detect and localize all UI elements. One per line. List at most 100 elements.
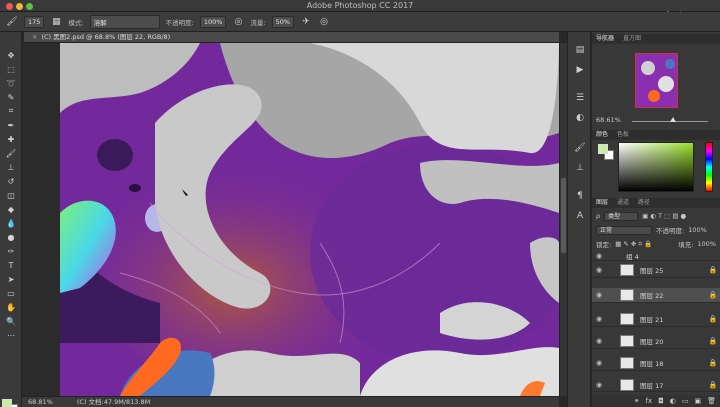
path-select-tool-icon[interactable]: ➤ <box>4 274 18 284</box>
layer-group-row[interactable]: ◉ 组 4 <box>592 251 720 261</box>
tab-histogram[interactable]: 直方图 <box>623 35 641 42</box>
eye-icon[interactable]: ◉ <box>592 337 606 345</box>
pressure-size-icon[interactable]: ◎ <box>318 16 330 28</box>
opacity-input[interactable]: 100% <box>199 15 227 28</box>
airbrush-icon[interactable]: ✈ <box>300 16 312 28</box>
eye-icon[interactable]: ◉ <box>592 315 606 323</box>
properties-icon[interactable]: ☰ <box>574 92 586 104</box>
link-layers-icon[interactable]: ⚭ <box>634 397 640 405</box>
lock-icon: 🔒 <box>708 380 718 389</box>
layer-name: 图层 17 <box>640 381 664 390</box>
layer-row[interactable]: ◉ 图层 20 🔒 <box>592 334 720 349</box>
zoom-slider-knob[interactable] <box>670 117 676 122</box>
layer-row[interactable]: ◉ 图层 25 🔒 <box>592 263 720 278</box>
layer-name: 图层 25 <box>640 267 664 275</box>
foreground-color-swatch[interactable] <box>2 399 12 407</box>
navigator-thumbnail[interactable] <box>635 53 678 108</box>
artwork-canvas[interactable] <box>60 43 559 396</box>
blend-mode-select[interactable]: 正常 <box>596 225 652 235</box>
type-tool-icon[interactable]: T <box>4 260 18 270</box>
layer-opacity-value[interactable]: 100% <box>688 226 707 234</box>
navigator-zoom[interactable]: 68.61% <box>596 116 621 124</box>
paragraph-icon[interactable]: ¶ <box>574 190 586 202</box>
dodge-tool-icon[interactable]: ● <box>4 232 18 242</box>
tab-color[interactable]: 颜色 <box>596 131 608 138</box>
document-tab[interactable]: ✕ (C) 黑图2.psd @ 68.8% (图层 22, RGB/8) <box>24 32 559 43</box>
layer-name: 图层 21 <box>640 316 664 324</box>
brush-size[interactable]: 175 <box>24 15 45 28</box>
mode-select[interactable]: 溶解 <box>89 14 160 29</box>
canvas-area[interactable] <box>22 43 559 396</box>
delete-layer-icon[interactable]: 🗑 <box>707 397 716 405</box>
healing-tool-icon[interactable]: ✚ <box>4 134 18 144</box>
history-icon[interactable]: ▤ <box>574 44 586 56</box>
layer-row[interactable]: ◉ 图层 18 🔒 <box>592 356 720 371</box>
new-group-icon[interactable]: ▭ <box>682 397 689 405</box>
filter-icons[interactable]: ▣ ◐ T ⬚ ▤ ● <box>642 212 686 220</box>
scrollbar-thumb[interactable] <box>561 178 566 253</box>
options-bar: 🖌 175 ▦ 模式: 溶解 不透明度: 100% ◎ 流量: 50% ✈ ◎ <box>0 12 720 32</box>
eyedropper-tool-icon[interactable]: ✒ <box>4 120 18 130</box>
navigator-tabs: 导航器 直方图 <box>592 34 720 44</box>
panel-foreground-swatch[interactable] <box>598 144 608 154</box>
new-layer-icon[interactable]: ▣ <box>694 397 701 405</box>
stamp-tool-icon[interactable]: ⊥ <box>4 162 18 172</box>
more-tools-icon[interactable]: ⋯ <box>4 330 18 340</box>
brush-icon[interactable]: 🖌 <box>6 16 18 28</box>
tab-channels[interactable]: 通道 <box>617 199 629 206</box>
lock-icons[interactable]: ▦ ✎ ✥ ⌗ 🔒 <box>615 240 652 249</box>
eye-icon[interactable]: ◉ <box>592 252 606 260</box>
eye-icon[interactable]: ◉ <box>592 359 606 367</box>
tab-layers[interactable]: 图层 <box>596 199 608 206</box>
layer-group-name: 组 4 <box>626 252 639 261</box>
fill-value[interactable]: 100% <box>697 240 716 248</box>
blur-tool-icon[interactable]: 💧 <box>4 218 18 228</box>
layer-row[interactable]: ◉ 图层 21 🔒 <box>592 312 720 327</box>
eraser-tool-icon[interactable]: ◫ <box>4 190 18 200</box>
vertical-scrollbar[interactable] <box>559 43 567 396</box>
tab-navigator[interactable]: 导航器 <box>596 35 614 42</box>
clone-source-icon[interactable]: ⊥ <box>574 162 586 174</box>
flow-input[interactable]: 50% <box>271 15 295 28</box>
eye-icon[interactable]: ◉ <box>592 381 606 389</box>
zoom-tool-icon[interactable]: 🔍 <box>4 316 18 326</box>
hue-slider[interactable] <box>705 142 713 192</box>
adjustment-layer-icon[interactable]: ◐ <box>670 397 676 405</box>
hand-tool-icon[interactable]: ✋ <box>4 302 18 312</box>
layer-filter-select[interactable]: 类型 <box>604 211 639 221</box>
layer-name: 图层 20 <box>640 338 664 346</box>
quick-select-tool-icon[interactable]: ✎ <box>4 92 18 102</box>
close-tab-icon[interactable]: ✕ <box>32 33 37 41</box>
brush-tool-icon[interactable]: 🖌 <box>4 148 18 158</box>
eye-icon[interactable]: ◉ <box>592 291 606 299</box>
tab-swatches[interactable]: 色板 <box>617 131 629 138</box>
layer-row[interactable]: ◉ 图层 17 🔒 <box>592 378 720 392</box>
layer-row-selected[interactable]: ◉ 图层 22 🔒 <box>592 288 720 303</box>
app-title: Adobe Photoshop CC 2017 <box>306 1 414 10</box>
status-zoom[interactable]: 68.81% <box>28 398 53 406</box>
history-brush-tool-icon[interactable]: ↺ <box>4 176 18 186</box>
pressure-opacity-icon[interactable]: ◎ <box>232 16 244 28</box>
character-icon[interactable]: A <box>574 210 586 222</box>
lock-icon: 🔒 <box>708 315 718 323</box>
color-picker-field[interactable] <box>618 142 694 192</box>
fill-label: 填充: <box>678 241 694 249</box>
adjustments-icon[interactable]: ◐ <box>574 112 586 124</box>
lasso-tool-icon[interactable]: ➰ <box>4 78 18 88</box>
crop-tool-icon[interactable]: ⌗ <box>4 106 18 116</box>
brush-panel-icon[interactable]: ▦ <box>50 16 62 28</box>
actions-icon[interactable]: ▶ <box>574 64 586 76</box>
shape-tool-icon[interactable]: ▭ <box>4 288 18 298</box>
document-tab-title: (C) 黑图2.psd @ 68.8% (图层 22, RGB/8) <box>41 33 171 41</box>
layer-style-icon[interactable]: fx <box>646 397 653 405</box>
tab-paths[interactable]: 路径 <box>638 199 650 206</box>
layer-name: 图层 22 <box>640 292 664 300</box>
marquee-tool-icon[interactable]: ⬚ <box>4 64 18 74</box>
lock-icon: 🔒 <box>708 291 718 299</box>
pen-tool-icon[interactable]: ✑ <box>4 246 18 256</box>
move-tool-icon[interactable]: ✥ <box>4 50 18 60</box>
eye-icon[interactable]: ◉ <box>592 266 606 274</box>
brush-settings-icon[interactable]: 🖌 <box>574 142 586 154</box>
layer-mask-icon[interactable]: ◘ <box>658 397 664 405</box>
paint-bucket-tool-icon[interactable]: ◆ <box>4 204 18 214</box>
